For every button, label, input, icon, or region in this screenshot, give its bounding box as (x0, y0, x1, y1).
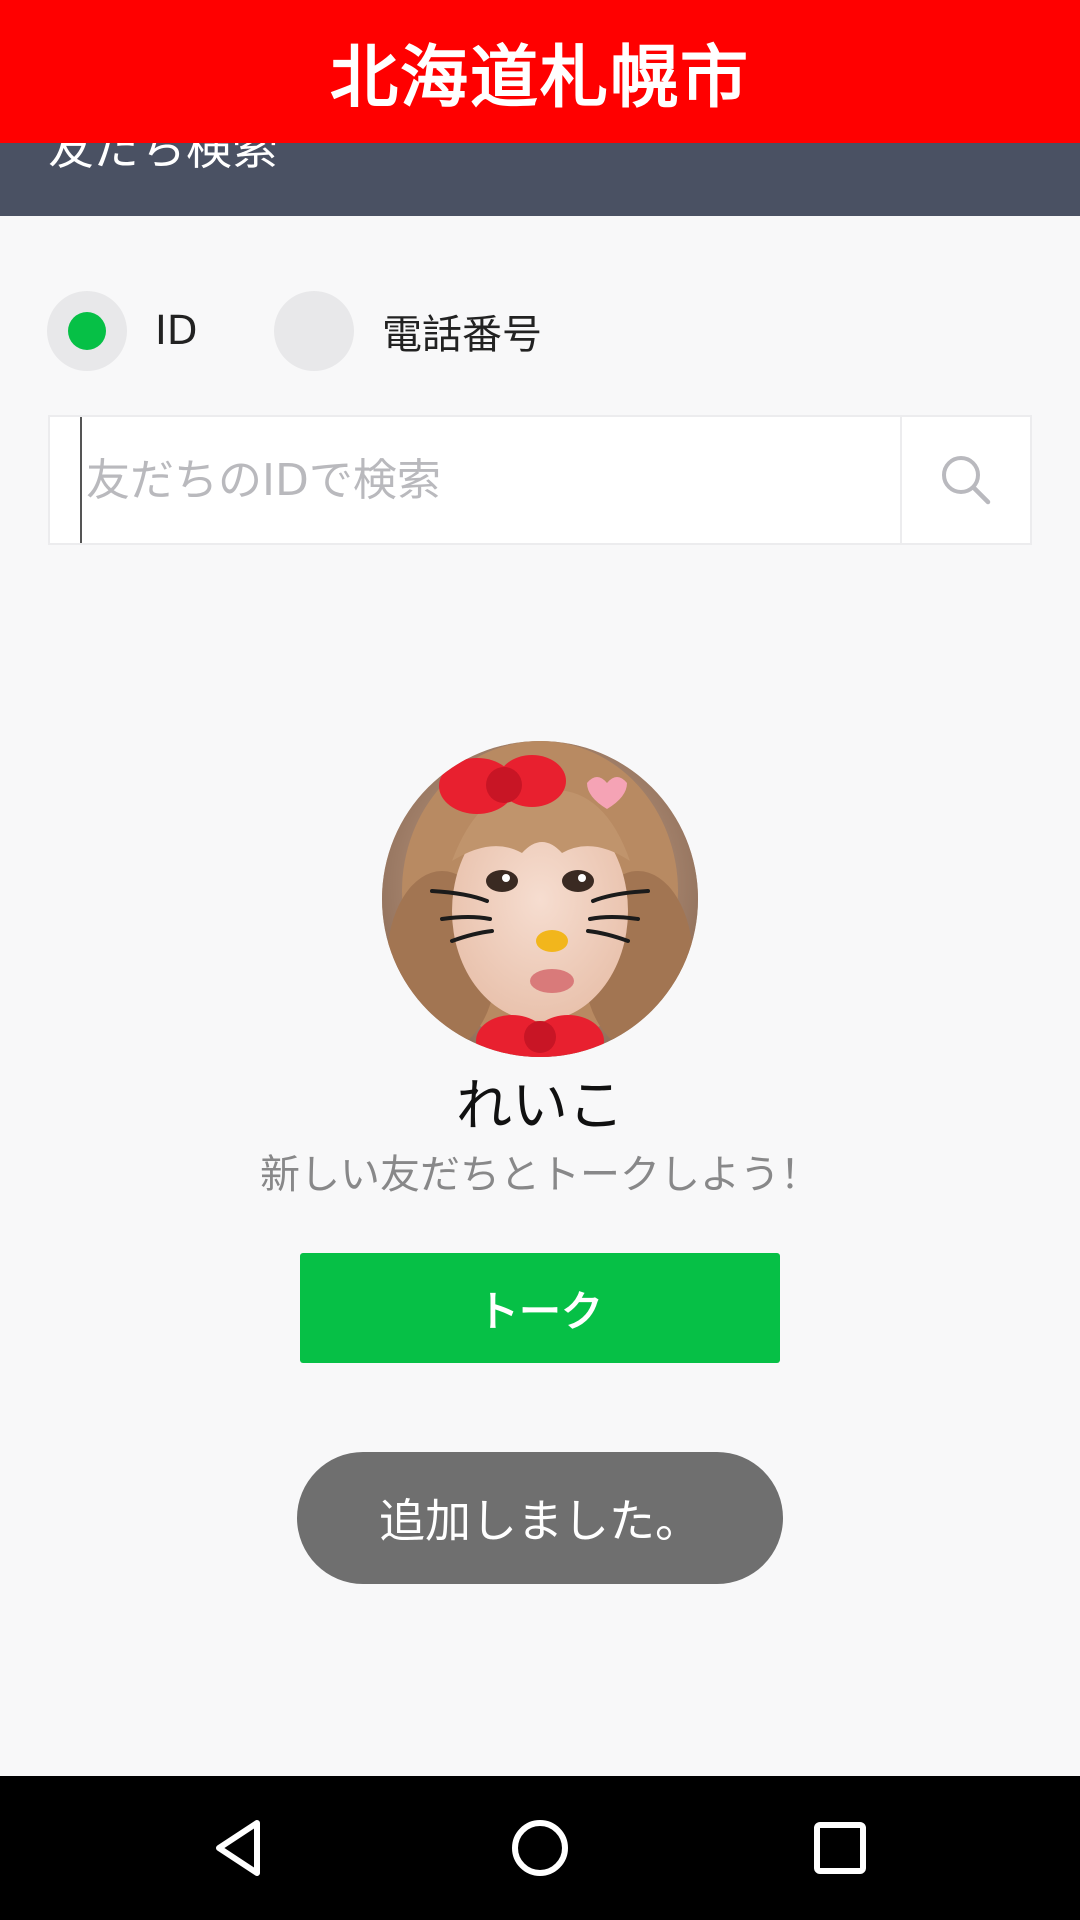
back-button[interactable] (190, 1798, 290, 1898)
radio-selected-dot (68, 312, 106, 350)
radio-button-phone[interactable] (274, 291, 354, 371)
talk-button[interactable]: トーク (300, 1253, 780, 1363)
location-banner-text: 北海道札幌市 (329, 39, 750, 118)
radio-option-id[interactable]: ID (47, 291, 198, 371)
avatar (382, 741, 698, 1057)
navigation-bar (0, 1776, 1080, 1920)
toast-message: 追加しました。 (297, 1452, 783, 1584)
search-button[interactable] (902, 417, 1030, 543)
profile-subtitle: 新しい友だちとトークしよう！ (260, 1152, 820, 1198)
home-icon (512, 1820, 568, 1876)
home-button[interactable] (490, 1798, 590, 1898)
radio-label-id: ID (155, 308, 198, 354)
search-input[interactable] (80, 417, 926, 543)
search-box (48, 415, 1032, 545)
radio-label-phone: 電話番号 (382, 312, 542, 358)
back-icon (216, 1820, 260, 1876)
search-icon (942, 456, 991, 505)
radio-button-id[interactable] (47, 291, 127, 371)
profile-name: れいこ (456, 1074, 624, 1139)
radio-option-phone[interactable]: 電話番号 (274, 291, 542, 371)
recents-icon (814, 1822, 866, 1874)
recents-button[interactable] (790, 1798, 890, 1898)
location-banner: 北海道札幌市 (0, 0, 1080, 143)
avatar-image (382, 741, 698, 1057)
